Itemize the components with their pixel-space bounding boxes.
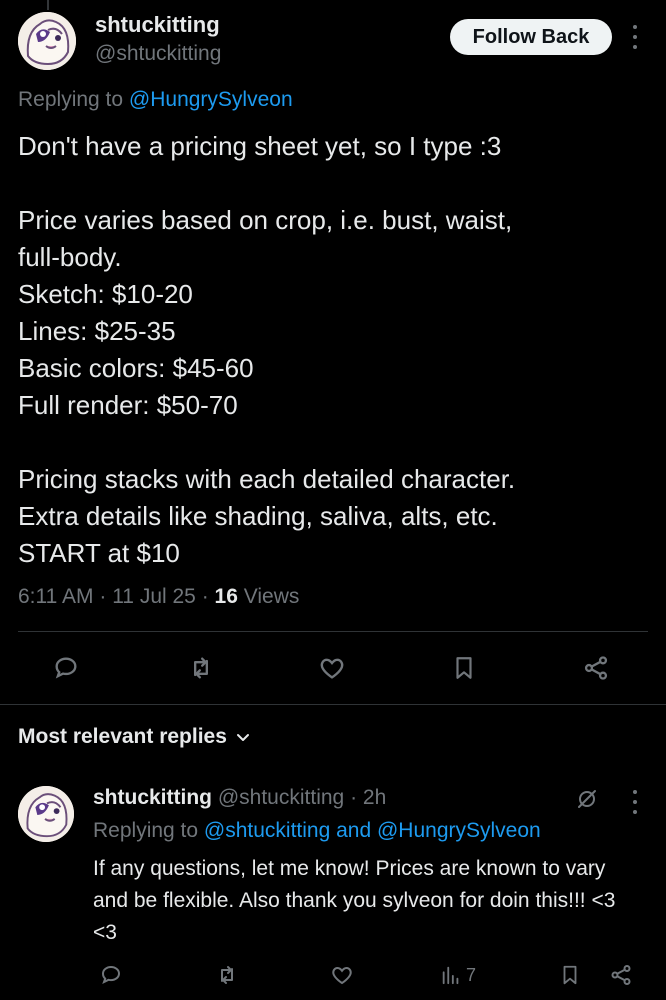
views-count: 16 [214, 585, 238, 608]
author-avatar[interactable] [18, 12, 76, 70]
replying-to-prefix: Replying to [18, 88, 124, 111]
post-text-line: Pricing stacks with each detailed charac… [18, 464, 516, 494]
author-display-name[interactable]: shtuckitting [95, 12, 220, 38]
grok-icon[interactable] [573, 785, 601, 813]
reply-more-options-icon[interactable] [626, 790, 644, 814]
post-text-line: Lines: $25-35 [18, 316, 176, 346]
retweet-icon[interactable] [183, 650, 219, 686]
reply-icon[interactable] [48, 650, 84, 686]
post-time[interactable]: 6:11 AM [18, 585, 94, 608]
share-icon[interactable] [578, 650, 614, 686]
post-text-blank-line [18, 424, 648, 461]
replies-sort-dropdown[interactable]: Most relevant replies [18, 725, 251, 749]
post-text-line: Extra details like shading, saliva, alts… [18, 501, 498, 531]
reply-share-icon[interactable] [606, 960, 636, 990]
thread-connector-line [47, 0, 49, 10]
avatar-image [18, 786, 74, 842]
like-icon[interactable] [314, 650, 350, 686]
meta-separator: · [99, 585, 107, 608]
author-handle[interactable]: @shtuckitting [95, 42, 221, 66]
post-metadata: 6:11 AM · 11 Jul 25 · 16 Views [18, 585, 299, 609]
post-text-line: Price varies based on crop, i.e. bust, w… [18, 205, 513, 235]
reply-text: If any questions, let me know! Prices ar… [93, 857, 616, 944]
meta-separator: · [201, 585, 209, 608]
reply-like-icon[interactable] [327, 960, 357, 990]
views-label: Views [243, 585, 300, 608]
reply-reply-icon[interactable] [96, 960, 126, 990]
reply-time-ago[interactable]: 2h [363, 786, 386, 809]
reply-bookmark-icon[interactable] [556, 960, 584, 990]
reply-separator: · [350, 786, 358, 809]
reply-replying-to-line: Replying to @shtuckitting and @HungrySyl… [93, 819, 541, 843]
post-text-line: Sketch: $10-20 [18, 279, 193, 309]
reply-display-name[interactable]: shtuckitting [93, 786, 212, 809]
replies-section-title: Most relevant replies [18, 725, 227, 748]
post-text: Don't have a pricing sheet yet, so I typ… [18, 128, 648, 572]
reply-replying-prefix: Replying to [93, 819, 199, 842]
avatar-image [18, 12, 76, 70]
divider [18, 631, 648, 632]
replying-to-mention[interactable]: @HungrySylveon [129, 88, 293, 111]
post-date[interactable]: 11 Jul 25 [112, 585, 196, 608]
more-options-icon[interactable] [626, 25, 644, 49]
post-text-line: Don't have a pricing sheet yet, so I typ… [18, 131, 502, 161]
post-text-blank-line [18, 165, 648, 202]
reply-views[interactable]: 7 [440, 960, 500, 990]
reply-retweet-icon[interactable] [212, 960, 242, 990]
reply-header: shtuckitting @shtuckitting · 2h [93, 786, 386, 810]
post-text-line: START at $10 [18, 538, 180, 568]
section-divider [0, 704, 666, 705]
post-text-line: Full render: $50-70 [18, 390, 238, 420]
reply-views-count: 7 [466, 964, 477, 985]
replying-to-line: Replying to @HungrySylveon [18, 88, 293, 112]
follow-back-button[interactable]: Follow Back [450, 19, 612, 55]
reply-replying-mentions[interactable]: @shtuckitting and @HungrySylveon [204, 819, 541, 842]
reply-author-avatar[interactable] [18, 786, 74, 842]
analytics-icon [442, 966, 459, 985]
reply-handle[interactable]: @shtuckitting [218, 786, 344, 809]
post-text-line: Basic colors: $45-60 [18, 353, 254, 383]
bookmark-icon[interactable] [446, 650, 482, 686]
post-text-line: full-body. [18, 242, 122, 272]
chevron-down-icon [236, 734, 249, 741]
